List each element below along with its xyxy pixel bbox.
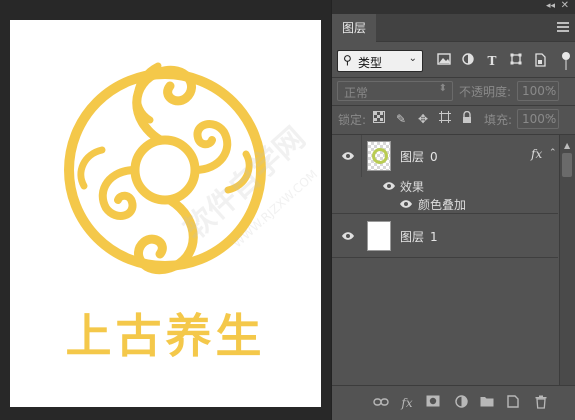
chevron-updown-icon: ⬍ (438, 83, 447, 94)
hamburger-menu-icon[interactable] (557, 22, 569, 32)
shape-filter-icon[interactable] (508, 53, 524, 69)
blend-mode-select[interactable]: 正常 ⬍ (337, 81, 453, 101)
smart-object-filter-icon[interactable] (532, 53, 548, 69)
scrollbar-thumb[interactable] (562, 153, 572, 177)
divider (332, 105, 575, 106)
effects-row[interactable]: 效果 (332, 177, 558, 195)
layer-row[interactable]: 图层 1 (332, 215, 558, 257)
divider (332, 213, 558, 214)
logo-text: 上古养生 (65, 309, 266, 363)
scroll-up-icon[interactable]: ▲ (564, 141, 570, 150)
fx-icon[interactable]: fx (398, 395, 416, 411)
eye-icon[interactable] (382, 181, 396, 191)
lock-row: 锁定: ✎ ✥ 填充: 100% ⌄ (332, 108, 575, 132)
lock-position-icon[interactable]: ✥ (416, 111, 430, 127)
adjustment-filter-icon[interactable] (460, 53, 476, 69)
chevron-up-icon[interactable]: ⌃ (549, 148, 557, 158)
effect-item-row[interactable]: 颜色叠加 (332, 195, 558, 213)
layers-scrollbar[interactable]: ▲ (559, 135, 575, 385)
close-icon[interactable]: ✕ (561, 0, 569, 11)
lock-artboard-icon[interactable] (438, 111, 452, 127)
eye-icon[interactable] (341, 151, 355, 161)
document-canvas[interactable]: 上古养生 (10, 20, 321, 407)
blend-row: 正常 ⬍ 不透明度: 100% ⌄ (332, 80, 575, 104)
filter-kind-label: 类型 (358, 56, 383, 70)
search-icon: ⚲ (343, 53, 352, 67)
layer-filter-row: ⚲ 类型 ⌄ T (332, 48, 575, 74)
layers-panel: ◂◂ ✕ 图层 ⚲ 类型 ⌄ T 正常 ⬍ 不透明度: 100% ⌄ 锁定: ✎… (331, 0, 575, 420)
layers-list: 图层 0 fx ⌃ 效果 颜色叠加 图层 1 (332, 135, 558, 385)
lock-all-icon[interactable] (460, 110, 474, 127)
effects-label: 效果 (400, 180, 425, 194)
layer-name[interactable]: 图层 0 (400, 148, 438, 165)
layer-thumbnail[interactable] (367, 221, 391, 251)
lock-image-pixels-icon[interactable]: ✎ (394, 111, 408, 127)
fill-input[interactable]: 100% ⌄ (517, 109, 559, 129)
lock-label: 锁定: (338, 113, 367, 127)
link-layers-icon[interactable] (372, 395, 390, 411)
color-overlay-label[interactable]: 颜色叠加 (418, 196, 466, 213)
eye-icon[interactable] (399, 199, 413, 209)
folder-icon[interactable] (478, 395, 496, 411)
tab-layers[interactable]: 图层 (332, 14, 376, 42)
mask-icon[interactable] (424, 395, 442, 411)
divider (332, 77, 575, 78)
chevron-down-icon[interactable]: ⌄ (547, 111, 555, 121)
filter-kind-select[interactable]: ⚲ 类型 ⌄ (337, 50, 423, 72)
eye-icon[interactable] (341, 231, 355, 241)
lock-transparent-pixels-icon[interactable] (372, 111, 386, 127)
fill-label: 填充: (484, 113, 513, 127)
double-chevron-left-icon[interactable]: ◂◂ (546, 1, 555, 11)
new-layer-icon[interactable] (504, 395, 522, 411)
trash-icon[interactable] (532, 395, 550, 411)
filter-toggle[interactable] (562, 52, 570, 70)
fx-badge[interactable]: fx (531, 147, 542, 161)
layer-name[interactable]: 图层 1 (400, 228, 438, 245)
divider (332, 257, 558, 258)
chevron-down-icon[interactable]: ⌄ (547, 83, 555, 93)
panel-title-bar[interactable]: ◂◂ ✕ (332, 0, 575, 14)
chevron-down-icon: ⌄ (408, 53, 417, 64)
opacity-input[interactable]: 100% ⌄ (517, 81, 559, 101)
opacity-label: 不透明度: (459, 85, 512, 99)
panel-tab-row: 图层 (332, 14, 575, 42)
adjustment-icon[interactable] (452, 395, 470, 411)
layer-row[interactable]: 图层 0 fx ⌃ (332, 135, 558, 177)
layers-bottom-toolbar: fx (332, 385, 575, 420)
document-canvas-area[interactable]: 上古养生 (0, 0, 331, 420)
blend-mode-value: 正常 (344, 86, 369, 100)
logo-graphic (64, 62, 266, 275)
visibility-cell[interactable] (332, 135, 362, 177)
type-filter-icon[interactable]: T (484, 53, 500, 69)
image-filter-icon[interactable] (436, 53, 452, 69)
layer-thumbnail[interactable] (367, 141, 391, 171)
